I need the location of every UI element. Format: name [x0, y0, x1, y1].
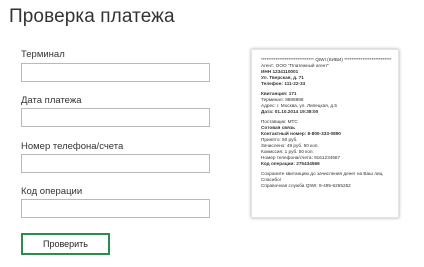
terminal-label: Терминал [21, 49, 65, 60]
phone-account-input[interactable] [21, 154, 210, 173]
phone-account-label: Номер телефона/счета [21, 141, 124, 152]
operation-code-input[interactable] [21, 199, 210, 218]
terminal-input[interactable] [21, 63, 210, 82]
receipt-sample: ***************************** QIWI (КИВИ… [251, 49, 399, 218]
receipt-support: Справочная служба QIWI: 8-495-6265252 [261, 183, 351, 188]
page-title: Проверка платежа [9, 6, 175, 27]
payment-date-input[interactable] [21, 108, 210, 127]
payment-date-label: Дата платежа [21, 95, 82, 106]
check-button[interactable]: Проверить [21, 233, 110, 255]
operation-code-label: Код операции [21, 186, 83, 197]
